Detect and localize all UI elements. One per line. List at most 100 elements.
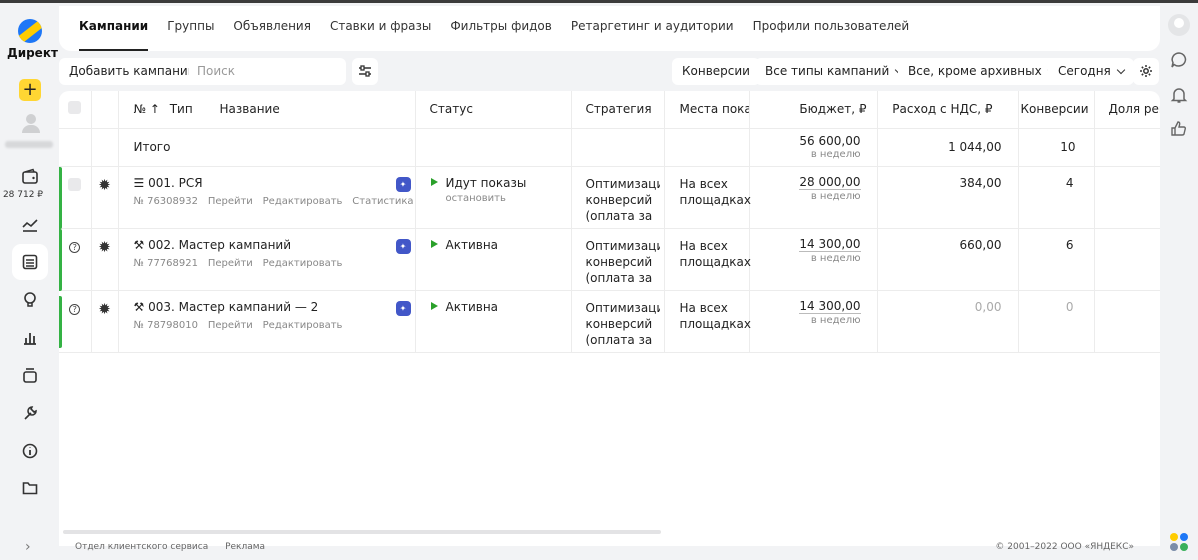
sort-arrow-up-icon[interactable]: ↑ (150, 102, 160, 116)
tools-wrench-icon[interactable] (19, 402, 41, 424)
add-campaign-button[interactable]: Добавить кампанию (59, 58, 208, 85)
strategy-text[interactable]: Оптимизация конверсий (оплата за (586, 300, 660, 347)
table-settings-button[interactable] (1133, 58, 1159, 85)
tab-campaigns[interactable]: Кампании (79, 6, 149, 51)
notifications-bell-icon[interactable] (1169, 85, 1189, 105)
tab-retargeting[interactable]: Ретаргетинг и аудитории (571, 6, 734, 51)
header-num[interactable]: № (134, 102, 146, 116)
stop-link[interactable]: остановить (446, 193, 571, 204)
profile-avatar-icon[interactable] (1168, 14, 1190, 36)
budget-value[interactable]: 14 300,00 (799, 237, 861, 252)
edit-link[interactable]: Редактировать (263, 196, 343, 207)
conversions-button[interactable]: Конверсии (672, 58, 760, 85)
campaign-name[interactable]: 003. Мастер кампаний — 2 (148, 300, 318, 314)
direct-logo-icon[interactable] (18, 19, 42, 43)
campaign-name[interactable]: 002. Мастер кампаний (148, 238, 291, 252)
table-row: ? ✹ ⚒ 003. Мастер кампаний — 2 № 7879801… (59, 290, 1160, 353)
statistics-wave-icon[interactable] (19, 214, 41, 236)
chat-bubble-icon[interactable] (1169, 50, 1189, 70)
row-gear-cell: ✹ (91, 290, 119, 353)
status-indicator-bar (59, 295, 62, 348)
help-question-icon[interactable]: ? (69, 241, 81, 253)
create-button[interactable]: + (19, 79, 41, 101)
period-select[interactable]: Сегодня (1048, 58, 1134, 85)
campaign-types-select[interactable]: Все типы кампаний (755, 58, 913, 85)
header-name[interactable]: Название (220, 102, 280, 116)
sparkle-badge-icon[interactable]: ✦ (395, 238, 411, 254)
chevron-down-icon (1116, 65, 1126, 75)
folder-icon[interactable] (19, 477, 41, 499)
header-budget[interactable]: Бюджет, ₽ (749, 91, 878, 129)
tab-feed-filters[interactable]: Фильтры фидов (450, 6, 552, 51)
tab-user-profiles[interactable]: Профили пользователей (753, 6, 910, 51)
budget-period: в неделю (810, 252, 861, 264)
budget-value[interactable]: 14 300,00 (799, 299, 861, 314)
conversions-value: 0 (1018, 290, 1095, 353)
header-placements[interactable]: Места показ (664, 91, 750, 129)
strategy-text[interactable]: Оптимизация конверсий (оплата за (586, 238, 660, 285)
feedback-thumbs-up-icon[interactable] (1169, 119, 1189, 139)
user-login-blurred (5, 141, 53, 148)
info-icon[interactable] (19, 440, 41, 462)
wallet-icon[interactable] (19, 166, 41, 188)
placements-cell: На всех площадках (664, 228, 751, 291)
gear-icon[interactable]: ✹ (98, 176, 111, 194)
yandex-services-icon[interactable] (1169, 531, 1191, 553)
total-label: Итого (118, 128, 416, 167)
row-checkbox[interactable] (68, 177, 82, 191)
campaigns-list-icon[interactable] (19, 251, 41, 273)
horizontal-scrollbar[interactable] (63, 530, 661, 534)
header-gear-cell (91, 91, 119, 129)
budget-value[interactable]: 28 000,00 (799, 175, 861, 190)
header-spend[interactable]: Расход с НДС, ₽ (877, 91, 1019, 129)
spend-value: 660,00 (877, 228, 1019, 291)
reports-bar-chart-icon[interactable] (19, 327, 41, 349)
sliders-icon (359, 65, 371, 77)
select-all-checkbox[interactable] (68, 101, 82, 115)
header-ad-share[interactable]: Доля рекл (1094, 91, 1160, 129)
footer-copyright: © 2001–2022 ООО «ЯНДЕКС» (995, 542, 1134, 552)
budget-cell: 14 300,00 в неделю (749, 228, 878, 291)
budget-period: в неделю (810, 314, 861, 326)
filter-settings-button[interactable] (352, 58, 378, 85)
statistics-link[interactable]: Статистика (352, 196, 413, 207)
strategy-text[interactable]: Оптимизация конверсий (оплата за (586, 176, 660, 223)
campaign-status: Активна (445, 237, 499, 252)
tab-bids-phrases[interactable]: Ставки и фразы (330, 6, 431, 51)
footer: Отдел клиентского сервиса Реклама © 2001… (75, 542, 1162, 560)
account-balance[interactable]: 28 712 ₽ (0, 190, 46, 200)
expand-sidebar-chevron-icon[interactable]: › (25, 539, 31, 555)
tab-ads[interactable]: Объявления (233, 6, 311, 51)
edit-link[interactable]: Редактировать (263, 258, 343, 269)
header-strategy[interactable]: Стратегия (571, 91, 665, 129)
sparkle-badge-icon[interactable]: ✦ (395, 176, 411, 192)
row-gear-cell: ✹ (91, 228, 119, 291)
status-indicator-bar (59, 166, 62, 229)
footer-client-service-link[interactable]: Отдел клиентского сервиса (75, 542, 208, 552)
go-link[interactable]: Перейти (208, 196, 253, 207)
go-link[interactable]: Перейти (208, 258, 253, 269)
tab-groups[interactable]: Группы (167, 6, 214, 51)
edit-link[interactable]: Редактировать (263, 320, 343, 331)
left-sidebar: Директ + 28 712 ₽ › (0, 6, 58, 560)
footer-advertising-link[interactable]: Реклама (225, 542, 265, 552)
gear-icon[interactable]: ✹ (98, 300, 111, 318)
header-conversions[interactable]: Конверсии (1018, 91, 1095, 129)
play-status-icon (430, 177, 438, 186)
ad-share-cell (1094, 228, 1160, 291)
total-empty-cell (59, 128, 92, 167)
header-status[interactable]: Статус (415, 91, 572, 129)
user-avatar-icon[interactable] (22, 114, 40, 134)
ideas-lightbulb-icon[interactable] (19, 289, 41, 311)
header-type[interactable]: Тип (170, 102, 193, 116)
search-input[interactable]: Поиск (189, 58, 346, 85)
help-question-icon[interactable]: ? (69, 303, 81, 315)
go-link[interactable]: Перейти (208, 320, 253, 331)
sparkle-badge-icon[interactable]: ✦ (395, 300, 411, 316)
campaign-name-cell: ⚒ 003. Мастер кампаний — 2 № 78798010 Пе… (118, 290, 416, 353)
brand-name[interactable]: Директ (7, 46, 58, 60)
archive-stack-icon[interactable] (19, 364, 41, 386)
archive-filter-select[interactable]: Все, кроме архивных (898, 58, 1065, 85)
campaign-name[interactable]: 001. РСЯ (148, 176, 203, 190)
gear-icon[interactable]: ✹ (98, 238, 111, 256)
